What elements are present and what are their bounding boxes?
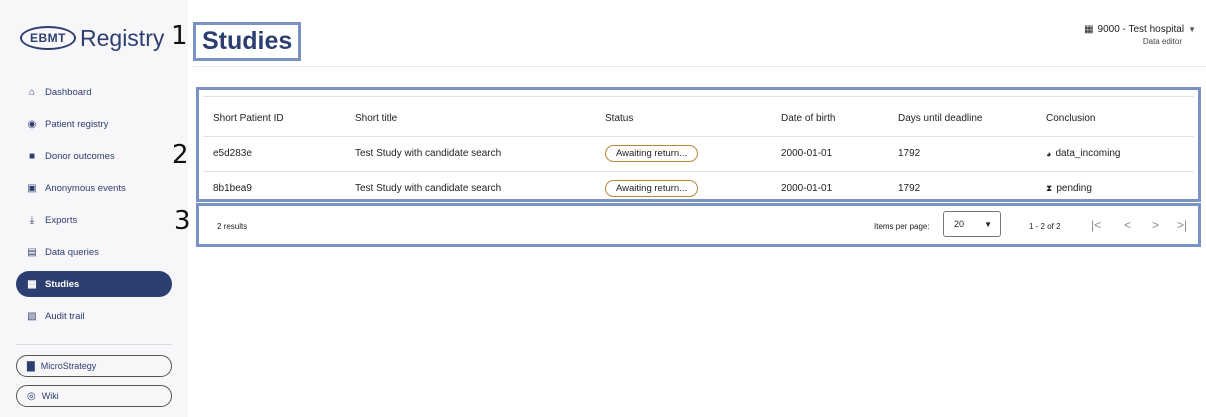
cell-patient-id: 8b1bea9 <box>213 183 252 194</box>
hospital-selector[interactable]: ▦ 9000 - Test hospital ▼ Data editor <box>1084 24 1196 46</box>
pie-chart-icon: ◕ <box>1046 148 1052 159</box>
cell-date-of-birth: 2000-01-01 <box>781 148 833 159</box>
annotation-1: 1 <box>171 21 188 51</box>
next-page-icon[interactable]: > <box>1152 218 1159 232</box>
sidebar-item-donor-outcomes[interactable]: ■ Donor outcomes <box>16 140 172 172</box>
cell-conclusion: ⧗ pending <box>1046 183 1092 194</box>
table-header-row: Short Patient ID Short title Status Date… <box>203 101 1194 137</box>
cell-conclusion: ◕ data_incoming <box>1046 148 1120 159</box>
column-header-short-title[interactable]: Short title <box>355 113 397 124</box>
sidebar-item-label: Studies <box>45 278 80 290</box>
hospital-icon: ▦ <box>1084 24 1094 35</box>
globe-icon: ◎ <box>27 390 36 402</box>
results-count: 2 results <box>217 222 248 231</box>
page-title: Studies <box>202 27 293 55</box>
cell-days-until-deadline: 1792 <box>898 148 921 159</box>
logo-badge: EBMT <box>20 26 76 50</box>
logo-text: Registry <box>80 24 165 51</box>
audit-icon: ▧ <box>27 310 37 322</box>
items-per-page-value: 20 <box>954 219 965 229</box>
external-link-label: Wiki <box>41 391 59 401</box>
sidebar-item-label: Data queries <box>45 246 99 258</box>
sidebar-item-anonymous-events[interactable]: ▣ Anonymous events <box>16 172 172 204</box>
user-role: Data editor <box>1142 37 1182 46</box>
archive-icon: ▦ <box>27 278 37 290</box>
comment-icon: ▤ <box>27 246 37 258</box>
sidebar-nav: ⌂ Dashboard ◉ Patient registry ■ Donor o… <box>16 76 172 415</box>
folder-icon: ■ <box>28 150 36 162</box>
sidebar-item-label: Anonymous events <box>45 182 126 194</box>
page-range: 1 - 2 of 2 <box>1029 222 1061 231</box>
studies-table: Short Patient ID Short title Status Date… <box>196 87 1201 202</box>
column-header-date-of-birth[interactable]: Date of birth <box>781 113 835 124</box>
bar-chart-icon: ▇ <box>27 360 35 372</box>
briefcase-icon: ▣ <box>27 182 37 194</box>
cell-date-of-birth: 2000-01-01 <box>781 183 833 194</box>
table-row[interactable]: e5d283e Test Study with candidate search… <box>203 136 1194 172</box>
sidebar-item-label: Donor outcomes <box>45 150 115 162</box>
column-header-days-until-deadline[interactable]: Days until deadline <box>898 113 983 124</box>
sidebar-item-patient-registry[interactable]: ◉ Patient registry <box>16 108 172 140</box>
hospital-name-row: ▦ 9000 - Test hospital ▼ <box>1084 24 1196 35</box>
table-top-border <box>203 96 1194 97</box>
sidebar-item-data-queries[interactable]: ▤ Data queries <box>16 236 172 268</box>
sidebar-item-exports[interactable]: ⤓ Exports <box>16 204 172 236</box>
status-badge: Awaiting return... <box>605 180 699 197</box>
table-row[interactable]: 8b1bea9 Test Study with candidate search… <box>203 171 1194 206</box>
items-per-page-select[interactable]: 20 ▼ <box>943 211 1001 237</box>
microstrategy-button[interactable]: ▇ MicroStrategy <box>16 355 172 377</box>
items-per-page-label: Items per page: <box>874 222 930 231</box>
conclusion-label: pending <box>1056 183 1092 194</box>
status-badge: Awaiting return... <box>605 145 699 162</box>
hospital-name: 9000 - Test hospital <box>1097 24 1185 35</box>
cell-short-title: Test Study with candidate search <box>355 183 502 194</box>
chevron-down-icon: ▼ <box>1188 25 1196 34</box>
column-header-status[interactable]: Status <box>605 113 633 124</box>
sidebar-item-label: Dashboard <box>45 86 92 98</box>
page-title-box: Studies <box>193 22 302 61</box>
last-page-icon[interactable]: >| <box>1177 218 1187 232</box>
chevron-down-icon: ▼ <box>984 220 992 229</box>
sidebar-item-dashboard[interactable]: ⌂ Dashboard <box>16 76 172 108</box>
hourglass-icon: ⧗ <box>1046 183 1053 193</box>
sidebar-item-label: Exports <box>45 214 78 226</box>
person-icon: ◉ <box>27 118 37 130</box>
sidebar-item-label: Patient registry <box>45 118 109 130</box>
external-link-label: MicroStrategy <box>40 361 97 371</box>
pagination-bar: 2 results Items per page: 20 ▼ 1 - 2 of … <box>196 203 1201 247</box>
download-icon: ⤓ <box>29 214 35 226</box>
annotation-3: 3 <box>174 206 191 236</box>
header-divider <box>193 66 1206 67</box>
logo[interactable]: EBMT Registry <box>20 18 164 58</box>
column-header-short-patient-id[interactable]: Short Patient ID <box>213 113 284 124</box>
annotation-2: 2 <box>172 140 189 170</box>
cell-patient-id: e5d283e <box>213 148 252 159</box>
sidebar: EBMT Registry ⌂ Dashboard ◉ Patient regi… <box>0 0 188 417</box>
cell-short-title: Test Study with candidate search <box>355 148 502 159</box>
cell-days-until-deadline: 1792 <box>898 183 921 194</box>
home-icon: ⌂ <box>28 86 36 98</box>
first-page-icon[interactable]: |< <box>1091 218 1101 232</box>
sidebar-item-label: Audit trail <box>45 310 85 322</box>
sidebar-item-audit-trail[interactable]: ▧ Audit trail <box>16 300 172 332</box>
sidebar-item-studies[interactable]: ▦ Studies <box>16 271 172 297</box>
previous-page-icon[interactable]: < <box>1124 218 1131 232</box>
conclusion-label: data_incoming <box>1055 148 1121 159</box>
column-header-conclusion[interactable]: Conclusion <box>1046 113 1095 124</box>
sidebar-divider <box>16 344 172 345</box>
wiki-button[interactable]: ◎ Wiki <box>16 385 172 407</box>
